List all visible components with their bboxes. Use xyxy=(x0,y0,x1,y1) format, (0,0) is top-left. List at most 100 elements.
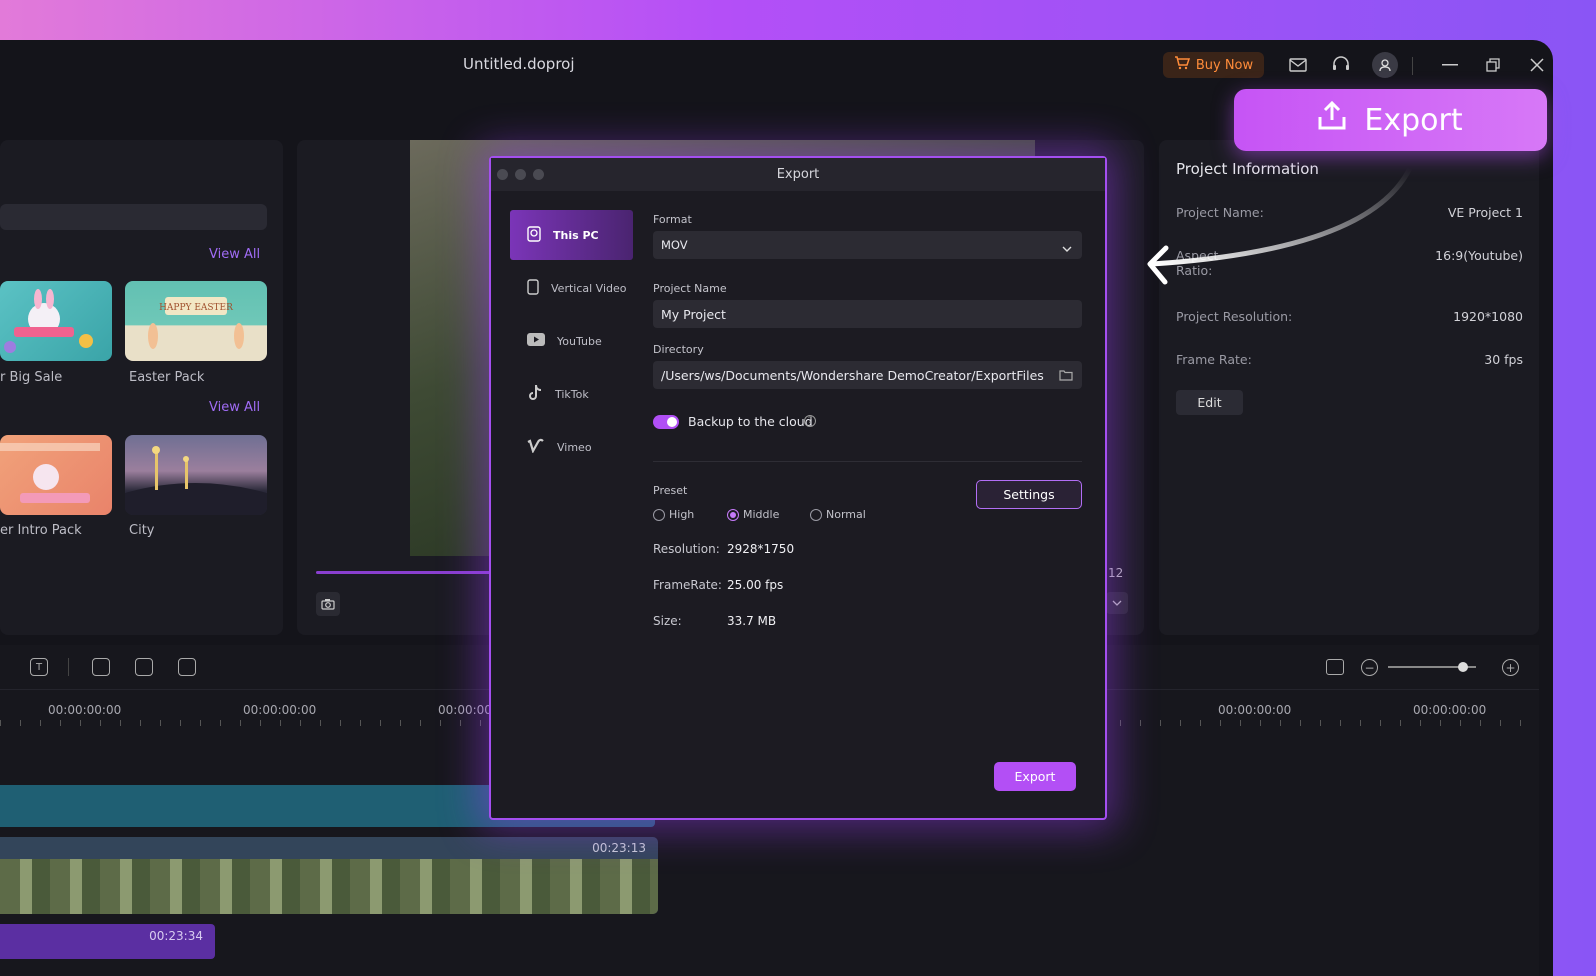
info-value: 16:9(Youtube) xyxy=(1435,248,1523,263)
backup-label: Backup to the cloud xyxy=(688,414,813,429)
project-name-label: Project Name xyxy=(653,282,727,295)
info-value: 1920*1080 xyxy=(1453,309,1523,324)
resolution-label: Resolution: xyxy=(653,542,720,556)
caption-tool-icon[interactable] xyxy=(92,658,110,676)
edit-button[interactable]: Edit xyxy=(1176,390,1243,415)
annotation-arrow-icon xyxy=(1147,165,1413,285)
titlebar: Untitled.doproj Buy Now xyxy=(0,40,1553,95)
template-thumb-intro-pack[interactable] xyxy=(0,435,112,515)
view-all-link[interactable]: View All xyxy=(209,400,260,415)
text-tool-icon[interactable]: T xyxy=(30,658,48,676)
format-select[interactable]: MOV xyxy=(653,231,1082,259)
nav-vertical-video[interactable]: Vertical Video xyxy=(510,263,633,313)
zoom-in-icon[interactable]: + xyxy=(1502,659,1519,676)
framerate-label: FrameRate: xyxy=(653,578,722,592)
dialog-titlebar: Export xyxy=(491,158,1105,191)
preset-radio-normal[interactable]: Normal xyxy=(810,508,866,521)
file-title: Untitled.doproj xyxy=(463,55,575,73)
clip-filmstrip xyxy=(0,859,658,914)
close-dot[interactable] xyxy=(497,169,508,180)
buy-now-label: Buy Now xyxy=(1195,57,1254,73)
size-row: Size: 33.7 MB xyxy=(653,614,776,628)
minimize-icon[interactable] xyxy=(1437,52,1463,78)
preset-radio-middle[interactable]: Middle xyxy=(727,508,779,521)
template-label: er Intro Pack xyxy=(0,523,82,538)
project-name-input[interactable]: My Project xyxy=(653,300,1082,328)
clip-duration: 00:23:34 xyxy=(149,929,203,943)
format-value: MOV xyxy=(661,238,688,252)
fit-timeline-icon[interactable] xyxy=(1326,659,1344,675)
user-avatar-icon[interactable] xyxy=(1372,52,1398,78)
nav-label: Vimeo xyxy=(557,440,592,454)
directory-value: /Users/ws/Documents/Wondershare DemoCrea… xyxy=(661,367,1044,383)
avatar-tool-icon[interactable] xyxy=(178,658,196,676)
ruler-time: 00:00:00: xyxy=(438,703,496,717)
directory-input[interactable]: /Users/ws/Documents/Wondershare DemoCrea… xyxy=(653,361,1082,389)
nav-vimeo[interactable]: Vimeo xyxy=(510,422,633,472)
dialog-divider xyxy=(653,461,1082,462)
zoom-out-icon[interactable]: − xyxy=(1361,659,1378,676)
vimeo-icon xyxy=(527,438,545,456)
zoom-slider-handle[interactable] xyxy=(1457,662,1468,672)
radio-label: High xyxy=(669,508,695,521)
ruler-time: 00:00:00:00 xyxy=(48,703,122,717)
ruler-time: 00:00:00:00 xyxy=(1413,703,1487,717)
settings-button[interactable]: Settings xyxy=(976,480,1082,509)
framerate-row: FrameRate: 25.00 fps xyxy=(653,578,783,592)
playback-progress-bar[interactable] xyxy=(316,571,496,574)
cart-icon xyxy=(1174,56,1190,74)
close-icon[interactable] xyxy=(1524,52,1550,78)
help-icon[interactable]: ? xyxy=(804,415,816,427)
export-button[interactable]: Export xyxy=(994,762,1076,791)
toolbar-separator xyxy=(68,658,69,676)
view-all-link[interactable]: View All xyxy=(209,247,260,262)
info-value: 30 fps xyxy=(1484,352,1523,367)
timeline-audio-clip[interactable]: 00:23:34 xyxy=(0,924,215,959)
maximize-dot[interactable] xyxy=(533,169,544,180)
tiktok-icon xyxy=(527,384,543,404)
nav-tiktok[interactable]: TikTok xyxy=(510,369,633,419)
export-callout-button[interactable]: Export xyxy=(1234,89,1547,151)
support-icon[interactable] xyxy=(1328,52,1354,78)
svg-text:HAPPY EASTER: HAPPY EASTER xyxy=(159,303,233,313)
templates-panel: View All HAPPY EASTER r Big Sale Easter … xyxy=(0,140,283,635)
template-search-input[interactable] xyxy=(0,204,267,230)
buy-now-button[interactable]: Buy Now xyxy=(1163,52,1264,78)
nav-this-pc[interactable]: This PC xyxy=(510,210,633,260)
mail-icon[interactable] xyxy=(1285,52,1311,78)
info-row: Frame Rate: 30 fps xyxy=(1176,352,1523,367)
chevron-down-icon[interactable] xyxy=(1106,592,1128,614)
backup-toggle[interactable] xyxy=(653,415,679,429)
nav-youtube[interactable]: YouTube xyxy=(510,316,633,366)
zoom-slider[interactable] xyxy=(1388,662,1476,672)
restore-icon[interactable] xyxy=(1480,52,1506,78)
radio-label: Normal xyxy=(826,508,866,521)
titlebar-separator xyxy=(1412,57,1413,75)
size-label: Size: xyxy=(653,614,682,628)
format-label: Format xyxy=(653,213,692,226)
template-thumb-city[interactable] xyxy=(125,435,267,515)
youtube-icon xyxy=(527,333,545,349)
preset-radio-high[interactable]: High xyxy=(653,508,694,521)
export-callout-label: Export xyxy=(1364,102,1463,138)
template-label: City xyxy=(129,523,155,538)
minimize-dot[interactable] xyxy=(515,169,526,180)
nav-label: Vertical Video xyxy=(551,281,627,295)
timeline-video-clip[interactable]: 00:23:13 xyxy=(0,837,658,914)
folder-icon[interactable] xyxy=(1059,369,1073,384)
nav-label: This PC xyxy=(553,228,599,242)
export-dialog: Export This PC Vertical Video YouTube Ti… xyxy=(489,156,1107,820)
radio-circle xyxy=(810,508,822,521)
radio-circle xyxy=(653,508,665,521)
phone-icon xyxy=(527,278,539,298)
template-label: Easter Pack xyxy=(129,370,205,385)
ruler-time: 00:00:00:00 xyxy=(1218,703,1292,717)
radio-label: Middle xyxy=(743,508,780,521)
subtitle-tool-icon[interactable] xyxy=(135,658,153,676)
template-thumb-easter-pack[interactable]: HAPPY EASTER xyxy=(125,281,267,361)
resolution-row: Resolution: 2928*1750 xyxy=(653,542,794,556)
template-label: r Big Sale xyxy=(0,370,63,385)
export-target-nav: This PC Vertical Video YouTube TikTok Vi… xyxy=(510,210,633,475)
template-thumb-big-sale[interactable] xyxy=(0,281,112,361)
camera-icon[interactable] xyxy=(316,592,340,616)
